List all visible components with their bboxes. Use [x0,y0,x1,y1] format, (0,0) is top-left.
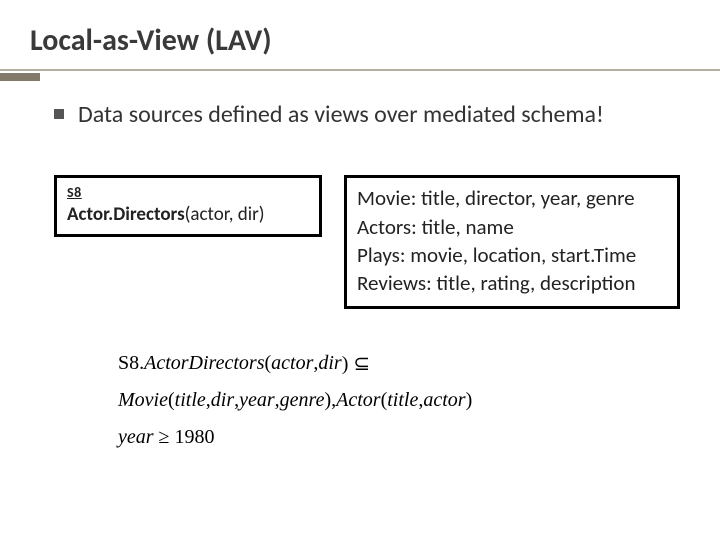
schema-line-movie: Movie: title, director, year, genre [357,184,667,212]
source-box: S8 Actor.Directors(actor, dir) [54,175,322,237]
lav-formula: S8.ActorDirectors(actor,dir) ⊆ Movie(tit… [118,345,680,456]
bullet-text: Data sources defined as views over media… [78,99,604,131]
schema-line-actors: Actors: title, name [357,213,667,241]
square-bullet-icon [54,109,64,119]
source-relation: Actor.Directors(actor, dir) [67,203,309,226]
schema-line-plays: Plays: movie, location, start.Time [357,241,667,269]
formula-row-1: S8.ActorDirectors(actor,dir) ⊆ [118,345,680,382]
title-rule [0,69,720,81]
source-label: S8 [67,184,309,201]
schema-line-reviews: Reviews: title, rating, description [357,269,667,297]
slide-title: Local-as-View (LAV) [0,0,720,69]
formula-row-2: Movie(title,dir,year,genre),Actor(title,… [118,382,680,419]
formula-row-3: year ≥ 1980 [118,419,680,456]
schema-box: Movie: title, director, year, genre Acto… [344,175,680,308]
bullet-item: Data sources defined as views over media… [54,99,680,131]
